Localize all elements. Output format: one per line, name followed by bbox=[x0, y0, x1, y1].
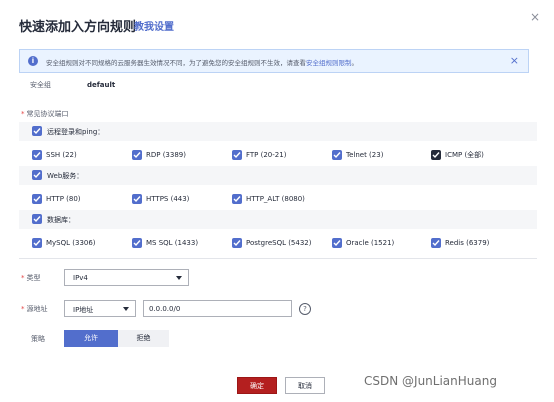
help-icon[interactable]: ? bbox=[299, 303, 311, 315]
security-group-label: 安全组 bbox=[30, 81, 51, 89]
policy-deny-button[interactable]: 拒绝 bbox=[118, 330, 169, 347]
option-label: Redis (6379) bbox=[445, 239, 490, 247]
checkbox-ssh[interactable] bbox=[32, 150, 42, 160]
source-type-select[interactable]: IP地址 bbox=[64, 300, 136, 317]
add-inbound-rule-dialog: 快速添加入方向规则 教我设置 × i 安全组规则对不同规格的云服务器生效情况不同… bbox=[0, 0, 554, 402]
group-label-web: Web服务： bbox=[47, 172, 84, 180]
notice-link[interactable]: 安全组规则限制 bbox=[306, 59, 352, 67]
option-label: Oracle (1521) bbox=[346, 239, 395, 247]
option-label: HTTPS (443) bbox=[146, 195, 190, 203]
checkbox-telnet[interactable] bbox=[332, 150, 342, 160]
checkbox-icmp[interactable] bbox=[431, 150, 441, 160]
security-group-value: default bbox=[87, 81, 116, 89]
checkbox-http-alt[interactable] bbox=[232, 194, 242, 204]
checkbox-group-database[interactable] bbox=[32, 214, 42, 224]
checkbox-ftp[interactable] bbox=[232, 150, 242, 160]
confirm-button[interactable]: 确定 bbox=[237, 377, 277, 394]
option-label: ICMP (全部) bbox=[445, 151, 484, 159]
dialog-close-icon[interactable]: × bbox=[530, 11, 540, 23]
checkbox-postgresql[interactable] bbox=[232, 238, 242, 248]
checkbox-https[interactable] bbox=[132, 194, 142, 204]
ports-label: * 常见协议端口 bbox=[21, 110, 69, 118]
source-address-value: 0.0.0.0/0 bbox=[149, 305, 181, 313]
checkbox-mysql[interactable] bbox=[32, 238, 42, 248]
option-label: PostgreSQL (5432) bbox=[246, 239, 312, 247]
type-select-value: IPv4 bbox=[73, 274, 88, 282]
info-icon: i bbox=[28, 56, 38, 66]
option-label: MySQL (3306) bbox=[46, 239, 96, 247]
checkbox-oracle[interactable] bbox=[332, 238, 342, 248]
group-label-remote: 远程登录和ping： bbox=[47, 128, 105, 136]
option-label: HTTP_ALT (8080) bbox=[246, 195, 305, 203]
watermark: CSDN @JunLianHuang bbox=[364, 374, 497, 388]
notice-text: 安全组规则对不同规格的云服务器生效情况不同，为了避免您的安全组规则不生效，请查看 bbox=[46, 59, 306, 67]
checkbox-group-web[interactable] bbox=[32, 170, 42, 180]
option-label: MS SQL (1433) bbox=[146, 239, 199, 247]
option-label: Telnet (23) bbox=[346, 151, 384, 159]
dialog-title: 快速添加入方向规则 bbox=[19, 20, 137, 35]
option-label: RDP (3389) bbox=[146, 151, 186, 159]
checkbox-mssql[interactable] bbox=[132, 238, 142, 248]
ports-label-text: 常见协议端口 bbox=[26, 110, 69, 118]
checkbox-redis[interactable] bbox=[431, 238, 441, 248]
source-type-value: IP地址 bbox=[73, 306, 94, 314]
port-group-database bbox=[19, 210, 537, 229]
checkbox-http[interactable] bbox=[32, 194, 42, 204]
port-group-web bbox=[19, 166, 537, 185]
source-label-text: 源地址 bbox=[26, 305, 48, 313]
chevron-down-icon bbox=[123, 307, 129, 311]
source-label: * 源地址 bbox=[21, 305, 48, 313]
notice-close-icon[interactable]: × bbox=[510, 54, 519, 67]
option-label: HTTP (80) bbox=[46, 195, 81, 203]
checkbox-rdp[interactable] bbox=[132, 150, 142, 160]
source-address-input[interactable]: 0.0.0.0/0 bbox=[143, 300, 292, 317]
notice-tail: 。 bbox=[351, 59, 359, 67]
info-notice: i 安全组规则对不同规格的云服务器生效情况不同，为了避免您的安全组规则不生效，请… bbox=[19, 49, 529, 73]
help-link[interactable]: 教我设置 bbox=[134, 18, 174, 33]
option-label: SSH (22) bbox=[46, 151, 77, 159]
checkbox-group-remote[interactable] bbox=[32, 126, 42, 136]
type-select[interactable]: IPv4 bbox=[64, 269, 189, 286]
group-label-database: 数据库： bbox=[47, 216, 75, 224]
cancel-button[interactable]: 取消 bbox=[285, 377, 325, 394]
notice-message: 安全组规则对不同规格的云服务器生效情况不同，为了避免您的安全组规则不生效，请查看… bbox=[46, 57, 358, 67]
policy-allow-button[interactable]: 允许 bbox=[64, 330, 118, 347]
type-label-text: 类型 bbox=[26, 274, 41, 282]
chevron-down-icon bbox=[176, 276, 182, 280]
option-label: FTP (20-21) bbox=[246, 151, 287, 159]
policy-label: 策略 bbox=[31, 335, 45, 343]
type-label: * 类型 bbox=[21, 274, 41, 282]
section-divider bbox=[19, 258, 537, 259]
